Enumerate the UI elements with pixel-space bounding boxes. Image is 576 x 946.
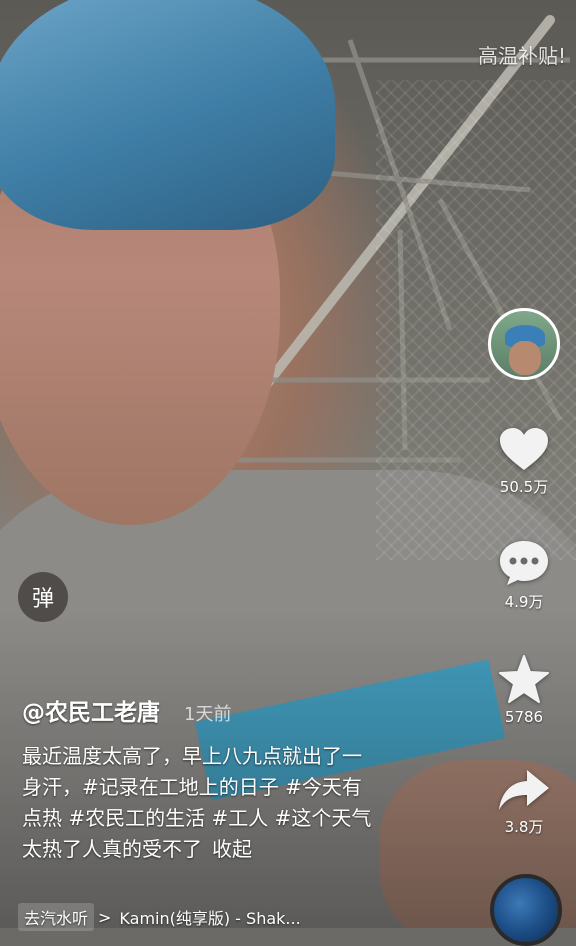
caption-line-last: 太热了人真的受不了 收起 [22, 834, 442, 865]
author-name[interactable]: @农民工老唐 [22, 693, 160, 727]
share-button[interactable]: 3.8万 [497, 768, 551, 837]
heart-icon [500, 428, 548, 470]
favorite-button[interactable]: 5786 [498, 654, 550, 726]
post-caption: 最近温度太高了，早上八九点就出了一 身汗，#记录在工地上的日子 #今天有 点热 … [22, 741, 442, 865]
helmet-shape [0, 0, 335, 230]
action-rail: 50.5万 4.9万 5786 3.8万 [482, 308, 566, 837]
author-avatar[interactable] [488, 308, 560, 380]
comment-icon [500, 541, 548, 585]
author-line: @农民工老唐 1天前 [22, 693, 442, 727]
music-disc[interactable] [490, 874, 562, 946]
danmu-toggle-button[interactable]: 弹 [18, 572, 68, 622]
share-count: 3.8万 [504, 818, 544, 836]
danmu-label: 弹 [31, 587, 54, 612]
collapse-button[interactable]: 收起 [212, 837, 252, 861]
star-icon [499, 655, 549, 703]
caption-line: 最近温度太高了，早上八九点就出了一 [22, 744, 362, 768]
music-title: Kamin(纯享版) - Shak... [119, 909, 301, 928]
video-watermark: 高温补贴! [477, 44, 566, 68]
avatar-face [509, 341, 541, 375]
caption-line: 太热了人真的受不了 [22, 837, 202, 861]
chevron-right-icon: > [98, 907, 112, 927]
post-time: 1天前 [184, 704, 232, 725]
open-music-app-tag[interactable]: 去汽水听 [18, 903, 95, 931]
comment-button[interactable]: 4.9万 [498, 539, 550, 612]
post-info: @农民工老唐 1天前 最近温度太高了，早上八九点就出了一 身汗，#记录在工地上的… [22, 693, 442, 865]
favorite-count: 5786 [504, 708, 544, 726]
caption-line: 身汗，#记录在工地上的日子 #今天有 [22, 775, 362, 799]
like-button[interactable]: 50.5万 [498, 426, 550, 497]
caption-line: 点热 #农民工的生活 #工人 #这个天气 [22, 806, 372, 830]
share-arrow-icon [499, 770, 549, 810]
like-count: 50.5万 [499, 478, 549, 496]
music-bar[interactable]: 去汽水听 > Kamin(纯享版) - Shak... [18, 903, 301, 931]
comment-count: 4.9万 [504, 593, 544, 611]
